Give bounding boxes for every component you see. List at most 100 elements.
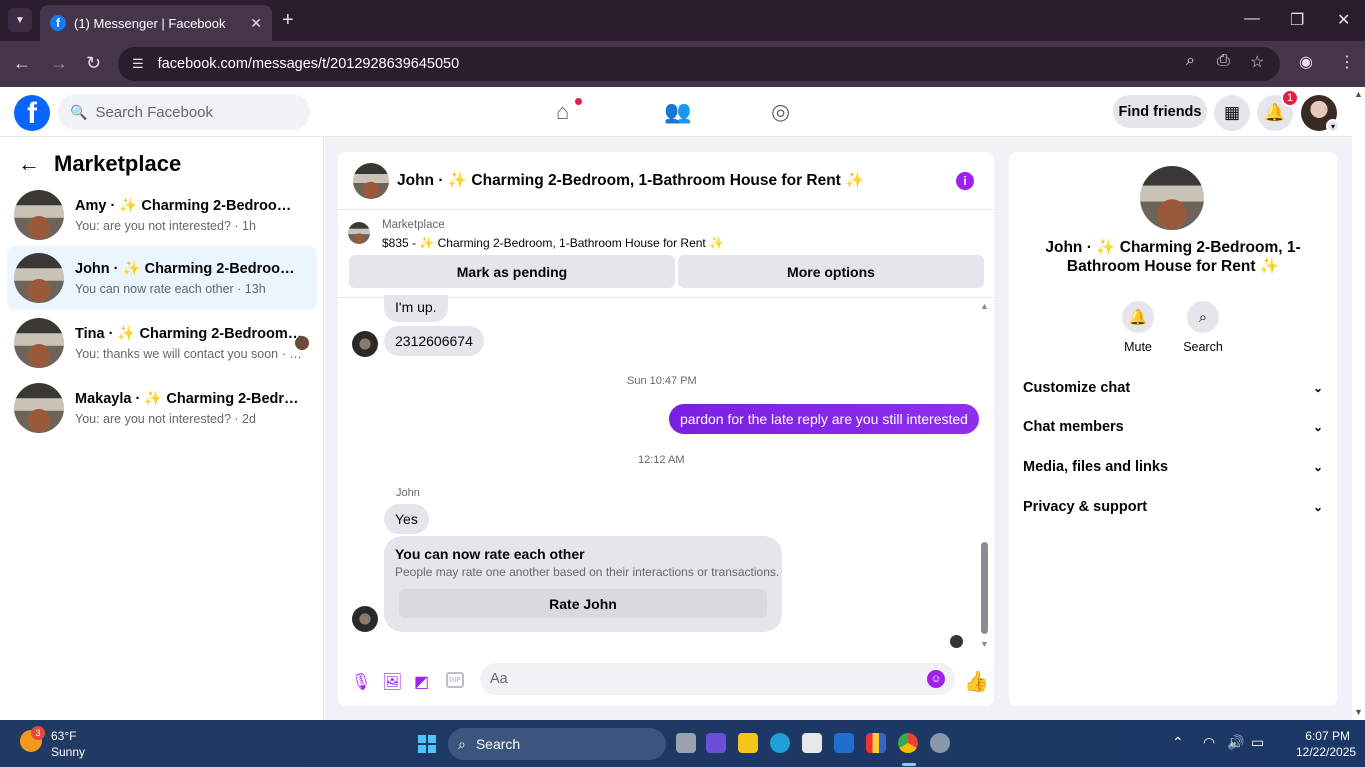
rate-john-button[interactable]: Rate John (399, 589, 767, 618)
groups-icon[interactable]: ◎ (771, 99, 790, 125)
message-input[interactable]: Aa ☺ (480, 663, 955, 695)
address-bar[interactable]: ☰ facebook.com/messages/t/20129286396450… (118, 47, 1280, 81)
battery-icon[interactable]: ▭ (1251, 734, 1264, 751)
chevron-up-icon[interactable]: ⌃ (1172, 734, 1184, 751)
conversation-preview: You: are you not interested? · 2d (75, 412, 256, 426)
more-options-button[interactable]: More options (678, 255, 984, 288)
wifi-icon[interactable]: ◠ (1203, 734, 1215, 751)
chat-title[interactable]: John · ✨ Charming 2-Bedroom, 1-Bathroom … (397, 171, 864, 190)
outlook-icon[interactable] (834, 733, 854, 753)
menu-grid-icon[interactable]: ▦ (1214, 95, 1250, 131)
weather-temp[interactable]: 63°F (51, 729, 76, 743)
file-explorer-icon[interactable] (738, 733, 758, 753)
close-window-icon[interactable]: ✕ (1337, 10, 1350, 30)
conversation-name: Tina · ✨ Charming 2-Bedroom, ... (75, 326, 303, 342)
store-icon[interactable] (802, 733, 822, 753)
edge-icon[interactable] (770, 733, 790, 753)
clock-time: 6:07 PM (1305, 729, 1350, 743)
facebook-search-input[interactable]: 🔍 Search Facebook (58, 94, 310, 130)
forward-icon[interactable]: → (50, 53, 68, 74)
bell-icon: 🔔 (1122, 301, 1154, 333)
sender-avatar[interactable] (352, 331, 378, 357)
task-view-icon[interactable] (676, 733, 696, 753)
search-placeholder: Search Facebook (95, 103, 214, 121)
listing-thumbnail (14, 383, 64, 433)
weather-badge: 3 (31, 726, 45, 740)
system-clock[interactable]: 6:07 PM 12/22/2025 (1296, 728, 1356, 760)
chat-scrollbar[interactable] (981, 542, 988, 634)
conversation-item[interactable]: Makayla · ✨ Charming 2-Bedroo... You: ar… (7, 376, 317, 440)
home-notification-dot (575, 98, 582, 105)
emoji-icon[interactable]: ☺ (927, 670, 945, 688)
close-tab-icon[interactable]: ✕ (250, 15, 262, 32)
sticker-icon[interactable]: ◩ (414, 672, 429, 692)
mark-as-pending-button[interactable]: Mark as pending (349, 255, 675, 288)
section-label: Privacy & support (1023, 499, 1148, 515)
profile-icon[interactable]: ◉ (1299, 52, 1313, 72)
zoom-icon[interactable]: ⌕ (1186, 52, 1195, 70)
sender-avatar[interactable] (352, 606, 378, 632)
timestamp: Sun 10:47 PM (627, 375, 697, 387)
browser-menu-icon[interactable]: ⋮ (1339, 52, 1355, 72)
app-icon[interactable] (866, 733, 886, 753)
conversation-name: Amy · ✨ Charming 2-Bedroom, 1-... (75, 198, 303, 214)
install-app-icon[interactable]: ⎙ (1217, 52, 1230, 70)
conversation-item[interactable]: Tina · ✨ Charming 2-Bedroom, ... You: th… (7, 311, 317, 375)
listing-price[interactable]: $835 - ✨ Charming 2-Bedroom, 1-Bathroom … (382, 236, 724, 250)
microphone-icon[interactable]: 🎙 (351, 672, 371, 692)
minimize-icon[interactable]: — (1244, 10, 1260, 28)
taskbar-search[interactable]: ⌕ Search (448, 728, 666, 760)
app-icon[interactable] (706, 733, 726, 753)
account-avatar[interactable]: ▾ (1301, 95, 1340, 133)
search-in-chat-button[interactable]: ⌕ Search (1173, 301, 1233, 354)
browser-tab[interactable]: f (1) Messenger | Facebook ✕ (40, 5, 272, 41)
facebook-logo-icon[interactable]: f (14, 95, 50, 131)
sender-name: John (396, 487, 420, 499)
thumbs-up-icon[interactable]: 👍 (964, 669, 989, 694)
reload-icon[interactable]: ↻ (86, 53, 101, 74)
conversation-item[interactable]: Amy · ✨ Charming 2-Bedroom, 1-... You: a… (7, 183, 317, 247)
windows-start-icon[interactable] (418, 735, 436, 753)
scroll-up-icon[interactable]: ▲ (980, 301, 989, 311)
friends-icon[interactable]: 👥 (664, 99, 691, 125)
settings-gear-icon[interactable] (930, 733, 950, 753)
listing-thumbnail (14, 318, 64, 368)
section-label: Chat members (1023, 419, 1124, 435)
browser-titlebar: ▼ f (1) Messenger | Facebook ✕ + — ❐ ✕ (0, 0, 1365, 41)
scroll-down-icon[interactable]: ▼ (1354, 707, 1363, 717)
scroll-down-icon[interactable]: ▼ (980, 639, 989, 649)
bookmark-star-icon[interactable]: ☆ (1250, 52, 1264, 72)
info-icon[interactable]: i (956, 172, 974, 190)
read-receipt-avatar (295, 336, 309, 350)
message-placeholder: Aa (490, 671, 508, 687)
tab-search-icon[interactable]: ▼ (8, 8, 32, 32)
site-info-icon[interactable]: ☰ (132, 56, 144, 72)
weather-condition[interactable]: Sunny (51, 745, 85, 759)
conversation-name: John · ✨ Charming 2-Bedroom, 1-... (75, 261, 303, 277)
chrome-icon[interactable] (898, 733, 918, 753)
page-scrollbar[interactable]: ▲ ▼ (1352, 87, 1365, 720)
back-icon[interactable]: ← (13, 53, 31, 74)
customize-chat-row[interactable]: Customize chat ⌄ (1023, 377, 1323, 399)
chevron-down-icon: ⌄ (1312, 381, 1323, 395)
media-files-links-row[interactable]: Media, files and links ⌄ (1023, 456, 1323, 478)
chat-panel: John · ✨ Charming 2-Bedroom, 1-Bathroom … (338, 152, 994, 706)
photo-icon[interactable]: 🖼 (382, 672, 402, 692)
restore-icon[interactable]: ❐ (1290, 10, 1304, 30)
gif-icon[interactable]: GIF (446, 672, 464, 688)
new-tab-icon[interactable]: + (282, 9, 294, 32)
seen-avatar (950, 635, 963, 648)
volume-icon[interactable]: 🔊 (1227, 734, 1244, 751)
chat-members-row[interactable]: Chat members ⌄ (1023, 416, 1323, 438)
marketplace-sidebar: ← Marketplace Amy · ✨ Charming 2-Bedroom… (0, 137, 324, 720)
conversation-item-active[interactable]: John · ✨ Charming 2-Bedroom, 1-... You c… (7, 246, 317, 310)
home-icon[interactable]: ⌂ (556, 99, 569, 125)
scroll-up-icon[interactable]: ▲ (1354, 89, 1363, 99)
chat-thumbnail[interactable] (353, 162, 389, 199)
find-friends-button[interactable]: Find friends (1113, 95, 1207, 128)
privacy-support-row[interactable]: Privacy & support ⌄ (1023, 496, 1323, 518)
message-composer: 🎙 🖼 ◩ GIF Aa ☺ 👍 (338, 660, 994, 706)
back-arrow-icon[interactable]: ← (18, 151, 40, 177)
mute-label: Mute (1124, 340, 1152, 354)
mute-button[interactable]: 🔔 Mute (1108, 301, 1168, 354)
